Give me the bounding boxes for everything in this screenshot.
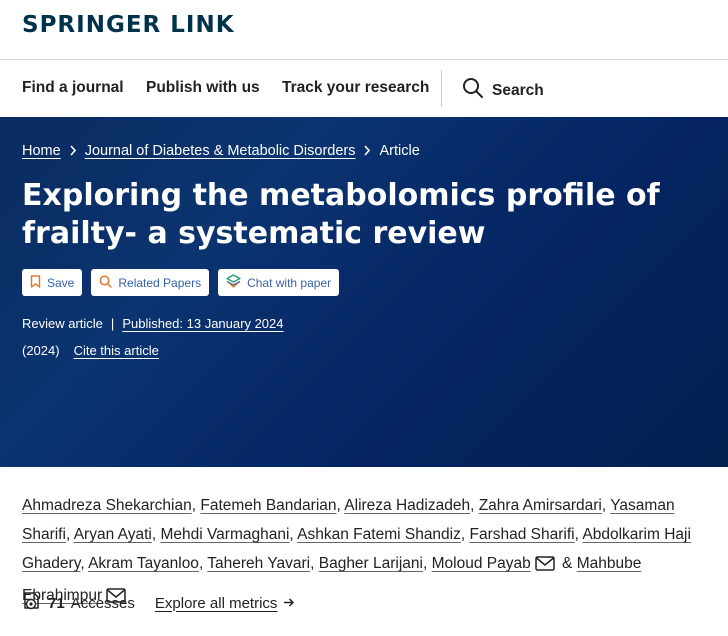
cite-this-article-link[interactable]: Cite this article (74, 343, 159, 358)
layers-icon (226, 274, 241, 291)
search-icon (462, 77, 484, 104)
author-link[interactable]: Alireza Hadizadeh (344, 497, 470, 514)
search-button[interactable]: Search (462, 77, 544, 104)
save-button[interactable]: Save (22, 269, 83, 296)
nav-publish-with-us[interactable]: Publish with us (146, 79, 260, 97)
site-header: SPRINGER LINK (0, 0, 728, 60)
author-link[interactable]: Ashkan Fatemi Shandiz (297, 526, 461, 543)
chat-with-paper-label: Chat with paper (247, 275, 332, 290)
arrow-right-icon (283, 595, 295, 612)
author-link[interactable]: Akram Tayanloo (88, 555, 199, 572)
nav-divider (441, 70, 442, 107)
accesses-label: Accesses (70, 594, 135, 612)
accesses-icon (22, 591, 42, 615)
article-metrics: 71 Accesses Explore all metrics (22, 591, 295, 615)
article-hero: Home Journal of Diabetes & Metabolic Dis… (0, 117, 728, 467)
mail-icon[interactable] (534, 552, 555, 581)
accesses-count: 71 (48, 594, 65, 612)
author-link[interactable]: Zahra Amirsardari (479, 497, 602, 514)
meta-separator: | (110, 316, 115, 331)
breadcrumb-home[interactable]: Home (22, 143, 61, 159)
nav-track-research[interactable]: Track your research (282, 79, 429, 97)
main-nav: Find a journal Publish with us Track you… (0, 60, 728, 117)
article-citation: (2024) Cite this article (22, 343, 159, 358)
author-link[interactable]: Bagher Larijani (319, 555, 423, 572)
chevron-right-icon (363, 143, 371, 159)
author-link[interactable]: Tahereh Yavari (207, 555, 310, 572)
related-papers-label: Related Papers (118, 275, 202, 290)
search-icon (99, 275, 113, 291)
authors-ampersand: & (562, 555, 573, 572)
nav-find-journal[interactable]: Find a journal (22, 79, 124, 97)
author-link[interactable]: Fatemeh Bandarian (200, 497, 336, 514)
article-type: Review article (22, 316, 103, 331)
breadcrumb-current: Article (379, 143, 420, 159)
author-link[interactable]: Aryan Ayati (74, 526, 152, 543)
search-label: Search (492, 81, 544, 99)
published-date-link[interactable]: Published: 13 January 2024 (122, 316, 283, 331)
explore-metrics-link[interactable]: Explore all metrics (155, 595, 278, 612)
chevron-right-icon (69, 143, 77, 159)
related-papers-button[interactable]: Related Papers (91, 269, 210, 296)
author-link[interactable]: Ahmadreza Shekarchian (22, 497, 192, 514)
author-link[interactable]: Farshad Sharifi (470, 526, 575, 543)
article-meta: Review article | Published: 13 January 2… (22, 316, 284, 331)
breadcrumb: Home Journal of Diabetes & Metabolic Dis… (22, 143, 420, 159)
author-link[interactable]: Moloud Payab (432, 555, 531, 572)
author-link[interactable]: Mehdi Varmaghani (160, 526, 289, 543)
springer-link-logo[interactable]: SPRINGER LINK (22, 12, 235, 38)
article-year: (2024) (22, 343, 60, 358)
bookmark-icon (30, 274, 41, 291)
chat-with-paper-button[interactable]: Chat with paper (218, 269, 340, 296)
breadcrumb-journal[interactable]: Journal of Diabetes & Metabolic Disorder… (85, 143, 356, 159)
save-label: Save (47, 275, 75, 290)
article-actions: Save Related Papers Chat with paper (22, 269, 340, 296)
article-title: Exploring the metabolomics profile of fr… (22, 178, 660, 251)
explore-metrics-label: Explore all metrics (154, 594, 278, 612)
